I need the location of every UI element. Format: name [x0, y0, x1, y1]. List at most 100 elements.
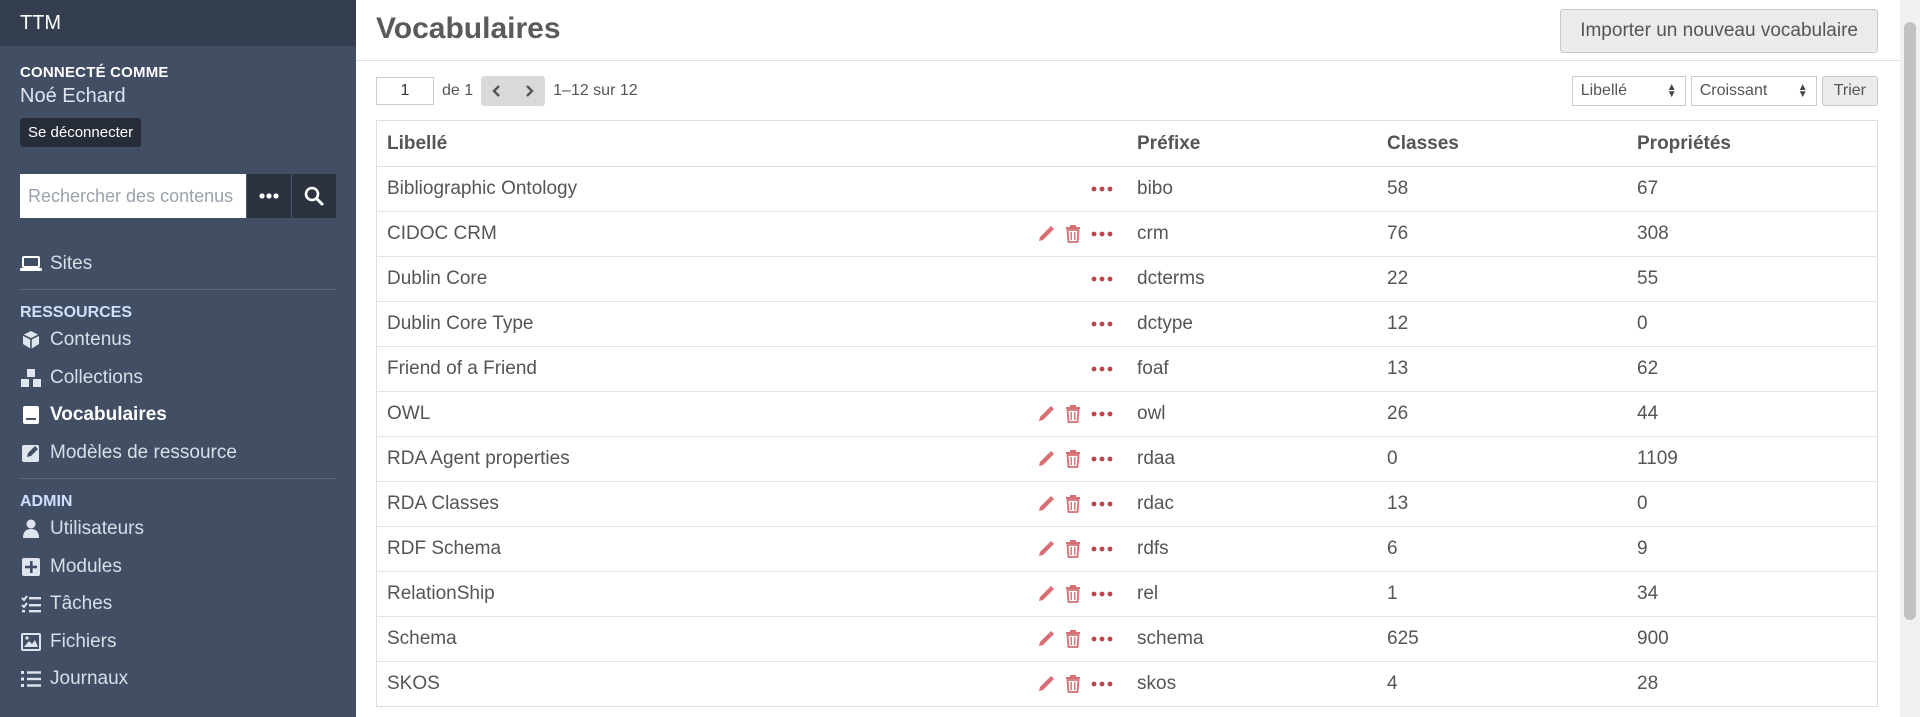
more-actions-button[interactable]: [1091, 276, 1113, 282]
sidebar-item-journaux[interactable]: Journaux: [20, 661, 336, 699]
sidebar-item-fichiers[interactable]: Fichiers: [20, 623, 336, 661]
search-options-button[interactable]: [246, 174, 291, 218]
edit-button[interactable]: [1037, 540, 1055, 558]
properties-count-link[interactable]: 28: [1627, 661, 1878, 707]
vocabulary-label-link[interactable]: OWL: [387, 403, 430, 425]
more-actions-button[interactable]: [1091, 681, 1113, 687]
search-input[interactable]: [20, 174, 246, 218]
delete-button[interactable]: [1065, 405, 1081, 423]
vocabulary-label-link[interactable]: Dublin Core Type: [387, 313, 533, 335]
properties-count-link[interactable]: 0: [1627, 301, 1878, 347]
vocabulary-label-link[interactable]: Schema: [387, 628, 457, 650]
user-block: Connecté comme Noé Echard Se déconnecter: [0, 46, 356, 147]
page-number-input[interactable]: [376, 77, 434, 105]
classes-count-link[interactable]: 22: [1377, 256, 1627, 302]
delete-button[interactable]: [1065, 630, 1081, 648]
more-actions-button[interactable]: [1091, 591, 1113, 597]
classes-count-link[interactable]: 26: [1377, 391, 1627, 437]
next-page-button[interactable]: [513, 76, 545, 106]
label-cell: RelationShip: [376, 571, 1127, 617]
edit-button[interactable]: [1037, 495, 1055, 513]
properties-count-link[interactable]: 1109: [1627, 436, 1878, 482]
import-vocabulary-button[interactable]: Importer un nouveau vocabulaire: [1560, 9, 1878, 53]
more-actions-button[interactable]: [1091, 366, 1113, 372]
sort-by-select[interactable]: Libellé ▲ ▼: [1571, 76, 1686, 106]
properties-count-link[interactable]: 0: [1627, 481, 1878, 527]
classes-count-link[interactable]: 625: [1377, 616, 1627, 662]
logout-button[interactable]: Se déconnecter: [20, 118, 142, 147]
page-scrollbar[interactable]: [1900, 0, 1920, 717]
sidebar-item-collections[interactable]: Collections: [20, 359, 336, 397]
vocabulary-label-link[interactable]: Friend of a Friend: [387, 358, 537, 380]
properties-count-link[interactable]: 9: [1627, 526, 1878, 572]
site-brand[interactable]: TTM: [0, 0, 356, 46]
vocabulary-label-link[interactable]: RDA Agent properties: [387, 448, 570, 470]
more-actions-button[interactable]: [1091, 456, 1113, 462]
vocabulary-label-link[interactable]: Dublin Core: [387, 268, 487, 290]
properties-count-link[interactable]: 44: [1627, 391, 1878, 437]
more-actions-button[interactable]: [1091, 321, 1113, 327]
classes-count-link[interactable]: 12: [1377, 301, 1627, 347]
sort-button[interactable]: Trier: [1821, 76, 1878, 106]
delete-button[interactable]: [1065, 585, 1081, 603]
sidebar-item-modeles[interactable]: Modèles de ressource: [20, 434, 336, 472]
classes-count-link[interactable]: 0: [1377, 436, 1627, 482]
classes-count-link[interactable]: 6: [1377, 526, 1627, 572]
sidebar-item-contenus[interactable]: Contenus: [20, 322, 336, 360]
properties-count-link[interactable]: 67: [1627, 166, 1878, 212]
more-actions-button[interactable]: [1091, 501, 1113, 507]
pencil-icon: [1037, 495, 1055, 513]
sidebar-item-modules[interactable]: Modules: [20, 548, 336, 586]
vocabulary-label-link[interactable]: RDA Classes: [387, 493, 499, 515]
more-actions-button[interactable]: [1091, 546, 1113, 552]
pencil-icon: [1037, 630, 1055, 648]
more-actions-button[interactable]: [1091, 636, 1113, 642]
more-actions-button[interactable]: [1091, 231, 1113, 237]
sidebar-item-utilisateurs[interactable]: Utilisateurs: [20, 511, 336, 549]
classes-count-link[interactable]: 13: [1377, 346, 1627, 392]
user-name-link[interactable]: Noé Echard: [20, 85, 336, 108]
table-row: RDA Agent properties rdaa 0 1109: [376, 436, 1878, 482]
edit-button[interactable]: [1037, 630, 1055, 648]
vocabulary-label-link[interactable]: CIDOC CRM: [387, 223, 497, 245]
delete-button[interactable]: [1065, 675, 1081, 693]
search-submit-button[interactable]: [291, 174, 336, 218]
scrollbar-thumb[interactable]: [1904, 22, 1916, 620]
properties-count-link[interactable]: 900: [1627, 616, 1878, 662]
sidebar-item-taches[interactable]: Tâches: [20, 586, 336, 624]
vocabulary-label-link[interactable]: SKOS: [387, 673, 440, 695]
edit-button[interactable]: [1037, 405, 1055, 423]
prefix-cell: crm: [1127, 211, 1377, 257]
delete-button[interactable]: [1065, 450, 1081, 468]
classes-count-link[interactable]: 4: [1377, 661, 1627, 707]
sidebar-item-sites[interactable]: Sites: [20, 245, 336, 283]
ellipsis-icon: [1091, 591, 1113, 597]
sort-order-select[interactable]: Croissant ▲ ▼: [1690, 76, 1817, 106]
classes-count-link[interactable]: 76: [1377, 211, 1627, 257]
more-actions-button[interactable]: [1091, 411, 1113, 417]
delete-button[interactable]: [1065, 225, 1081, 243]
classes-count-link[interactable]: 13: [1377, 481, 1627, 527]
vocabulary-label-link[interactable]: Bibliographic Ontology: [387, 178, 577, 200]
previous-page-button[interactable]: [481, 76, 513, 106]
sidebar-item-vocabulaires[interactable]: Vocabulaires: [20, 397, 336, 435]
properties-count-link[interactable]: 34: [1627, 571, 1878, 617]
page-header: Vocabulaires Importer un nouveau vocabul…: [356, 0, 1900, 61]
ellipsis-icon: [1091, 231, 1113, 237]
more-actions-button[interactable]: [1091, 186, 1113, 192]
edit-button[interactable]: [1037, 450, 1055, 468]
ellipsis-icon: [1091, 276, 1113, 282]
vocabulary-label-link[interactable]: RelationShip: [387, 583, 495, 605]
properties-count-link[interactable]: 62: [1627, 346, 1878, 392]
classes-count-link[interactable]: 58: [1377, 166, 1627, 212]
edit-button[interactable]: [1037, 675, 1055, 693]
delete-button[interactable]: [1065, 540, 1081, 558]
edit-button[interactable]: [1037, 585, 1055, 603]
vocabulary-label-link[interactable]: RDF Schema: [387, 538, 501, 560]
edit-button[interactable]: [1037, 225, 1055, 243]
properties-count-link[interactable]: 55: [1627, 256, 1878, 302]
table-row: SKOS skos 4 28: [376, 661, 1878, 707]
classes-count-link[interactable]: 1: [1377, 571, 1627, 617]
delete-button[interactable]: [1065, 495, 1081, 513]
properties-count-link[interactable]: 308: [1627, 211, 1878, 257]
